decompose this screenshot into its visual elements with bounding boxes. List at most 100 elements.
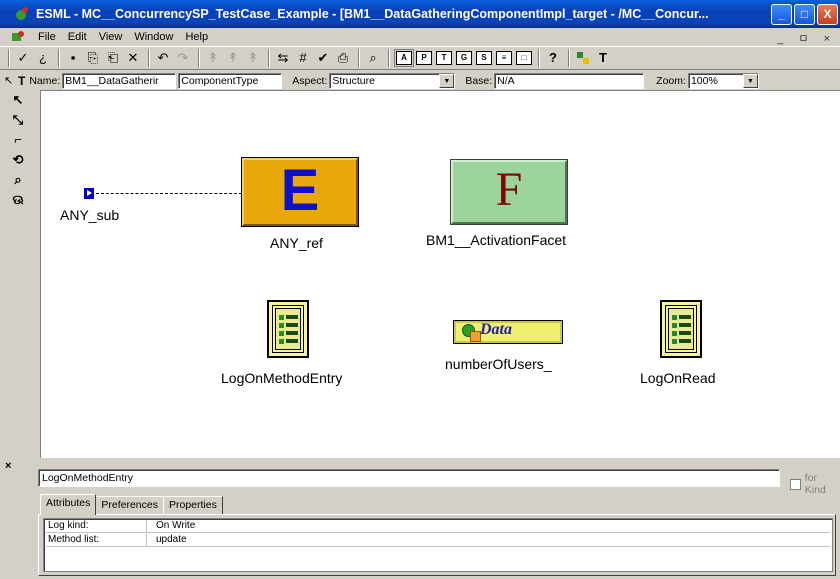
maximize-button[interactable]: □ xyxy=(794,4,815,25)
app-icon[interactable] xyxy=(14,6,30,22)
object-inspector: × LogOnMethodEntry for Kind Attributes P… xyxy=(0,458,840,579)
log-icon xyxy=(275,308,301,350)
up-level-icon[interactable]: ↟ xyxy=(204,49,222,67)
visualize-tool-icon[interactable]: ଊ xyxy=(8,190,28,210)
view-type-icon[interactable]: T xyxy=(436,51,452,65)
aspect-label: Aspect: xyxy=(292,74,328,87)
kind-field: ComponentType xyxy=(178,72,283,89)
toolbar: ✓ ¿ ▪ ⎘ ⎗ ✕ ↶ ↷ ↟ ↟ ↟ ⇆ # ✔ ⎙ ⌕ A P T G … xyxy=(0,46,840,70)
toolbar-separator xyxy=(8,49,10,67)
mdi-window-controls[interactable]: _ ㅁ × xyxy=(777,30,836,46)
tab-preferences[interactable]: Preferences xyxy=(95,496,164,514)
tab-attributes[interactable]: Attributes xyxy=(40,494,97,515)
table-row[interactable]: Method list: update xyxy=(46,534,830,547)
validate-icon[interactable]: ✔ xyxy=(314,49,332,67)
data-word-icon: Data xyxy=(480,321,512,338)
tab-properties[interactable]: Properties xyxy=(162,496,223,514)
zoom-tool-icon[interactable]: ⌕ xyxy=(8,170,28,190)
zoom-label: Zoom: xyxy=(656,74,686,87)
up-icon[interactable]: ↟ xyxy=(244,49,262,67)
model-properties-bar: ↖ T Name: BM1__DataGatherir ComponentTyp… xyxy=(0,71,840,90)
document-icon[interactable] xyxy=(12,31,26,43)
log-on-read-label: LogOnRead xyxy=(640,370,716,386)
attribute-value[interactable]: update xyxy=(156,534,187,545)
name-field[interactable]: BM1__DataGatherir xyxy=(62,72,177,89)
for-kind-checkbox[interactable]: for Kind xyxy=(790,472,840,496)
view-group-icon[interactable]: G xyxy=(456,51,472,65)
menu-view[interactable]: View xyxy=(93,31,129,43)
delete-icon[interactable]: ✕ xyxy=(124,49,142,67)
help-icon[interactable]: ? xyxy=(544,49,562,67)
table-row[interactable]: Log kind: On Write xyxy=(46,520,830,533)
grid-icon[interactable]: # xyxy=(294,49,312,67)
menu-file[interactable]: File xyxy=(32,31,62,43)
base-field: N/A xyxy=(494,72,645,89)
view-panel-icon[interactable]: □ xyxy=(516,51,532,65)
zoom-value: 100% xyxy=(690,74,718,87)
aspect-select[interactable]: Structure ▼ xyxy=(329,72,456,89)
connect-tool-icon[interactable]: ⌐ xyxy=(8,130,28,150)
toolbar-separator xyxy=(198,49,200,67)
any-sub-port-icon[interactable] xyxy=(84,188,94,199)
activation-facet-node[interactable]: F xyxy=(450,159,568,225)
text-tool-icon[interactable]: T xyxy=(594,49,612,67)
help-cursor-icon[interactable]: ¿ xyxy=(34,49,52,67)
log-on-method-entry-node[interactable] xyxy=(267,300,309,358)
chevron-down-icon[interactable]: ▼ xyxy=(439,73,455,88)
copy-icon[interactable]: ⎘ xyxy=(84,49,102,67)
f-icon: F xyxy=(495,163,523,216)
checkbox-icon xyxy=(790,478,801,490)
zoom-area-tool-icon[interactable]: ⤡ xyxy=(8,110,28,130)
check-icon[interactable]: ✓ xyxy=(14,49,32,67)
connect-icon[interactable]: ⇆ xyxy=(274,49,292,67)
model-color-icon[interactable] xyxy=(574,49,592,67)
attribute-value[interactable]: On Write xyxy=(156,520,195,531)
toolbar-separator xyxy=(358,49,360,67)
paste-icon[interactable]: ⎗ xyxy=(104,49,122,67)
toolbar-separator xyxy=(268,49,270,67)
any-ref-label: ANY_ref xyxy=(270,235,323,251)
attribute-key: Log kind: xyxy=(48,520,89,531)
chevron-down-icon[interactable]: ▼ xyxy=(742,73,758,88)
redo-icon[interactable]: ↷ xyxy=(174,49,192,67)
toolbar-separator xyxy=(58,49,60,67)
save-icon[interactable]: ▪ xyxy=(64,49,82,67)
number-of-users-label: numberOfUsers_ xyxy=(445,356,552,372)
attributes-table: Log kind: On Write Method list: update xyxy=(43,518,833,572)
attributes-panel: Log kind: On Write Method list: update xyxy=(38,514,836,576)
aspect-value: Structure xyxy=(332,74,375,87)
print-icon[interactable]: ⎙ xyxy=(334,49,352,67)
name-t-icon: T xyxy=(18,73,26,88)
object-name-field[interactable]: LogOnMethodEntry xyxy=(38,469,780,487)
activation-facet-label: BM1__ActivationFacet xyxy=(426,232,567,248)
model-canvas[interactable]: ANY_sub E ANY_ref F BM1__ActivationFacet… xyxy=(40,90,840,458)
any-ref-node[interactable]: E xyxy=(241,157,359,227)
find-icon[interactable]: ⌕ xyxy=(364,49,382,67)
menu-help[interactable]: Help xyxy=(179,31,214,43)
view-port-icon[interactable]: P xyxy=(416,51,432,65)
number-of-users-node[interactable]: Data xyxy=(453,320,563,344)
title-bar: ESML - MC__ConcurrencySP_TestCase_Exampl… xyxy=(0,0,840,28)
select-tool-icon[interactable]: ↖ xyxy=(8,90,28,110)
inspector-close-icon[interactable]: × xyxy=(5,460,11,472)
view-set-icon[interactable]: S xyxy=(476,51,492,65)
name-label: Name: xyxy=(29,74,61,87)
connection-line[interactable] xyxy=(96,193,242,194)
for-kind-label: for Kind xyxy=(804,472,826,496)
disconnect-tool-icon[interactable]: ⟲ xyxy=(8,150,28,170)
view-atom-icon[interactable]: A xyxy=(394,49,414,67)
menu-window[interactable]: Window xyxy=(128,31,179,43)
log-on-read-node[interactable] xyxy=(660,300,702,358)
up-icon[interactable]: ↟ xyxy=(224,49,242,67)
log-icon xyxy=(668,308,694,350)
menu-edit[interactable]: Edit xyxy=(62,31,93,43)
arrow-cursor-icon[interactable]: ↖ xyxy=(4,74,13,87)
toolbar-separator xyxy=(568,49,570,67)
zoom-select[interactable]: 100% ▼ xyxy=(687,72,759,89)
undo-icon[interactable]: ↶ xyxy=(154,49,172,67)
window-title: ESML - MC__ConcurrencySP_TestCase_Exampl… xyxy=(36,7,709,21)
close-button[interactable]: X xyxy=(817,4,838,25)
tool-palette: ↖ ⤡ ⌐ ⟲ ⌕ ଊ xyxy=(0,90,34,458)
view-list-icon[interactable]: ≡ xyxy=(496,51,512,65)
minimize-button[interactable]: _ xyxy=(771,4,792,25)
